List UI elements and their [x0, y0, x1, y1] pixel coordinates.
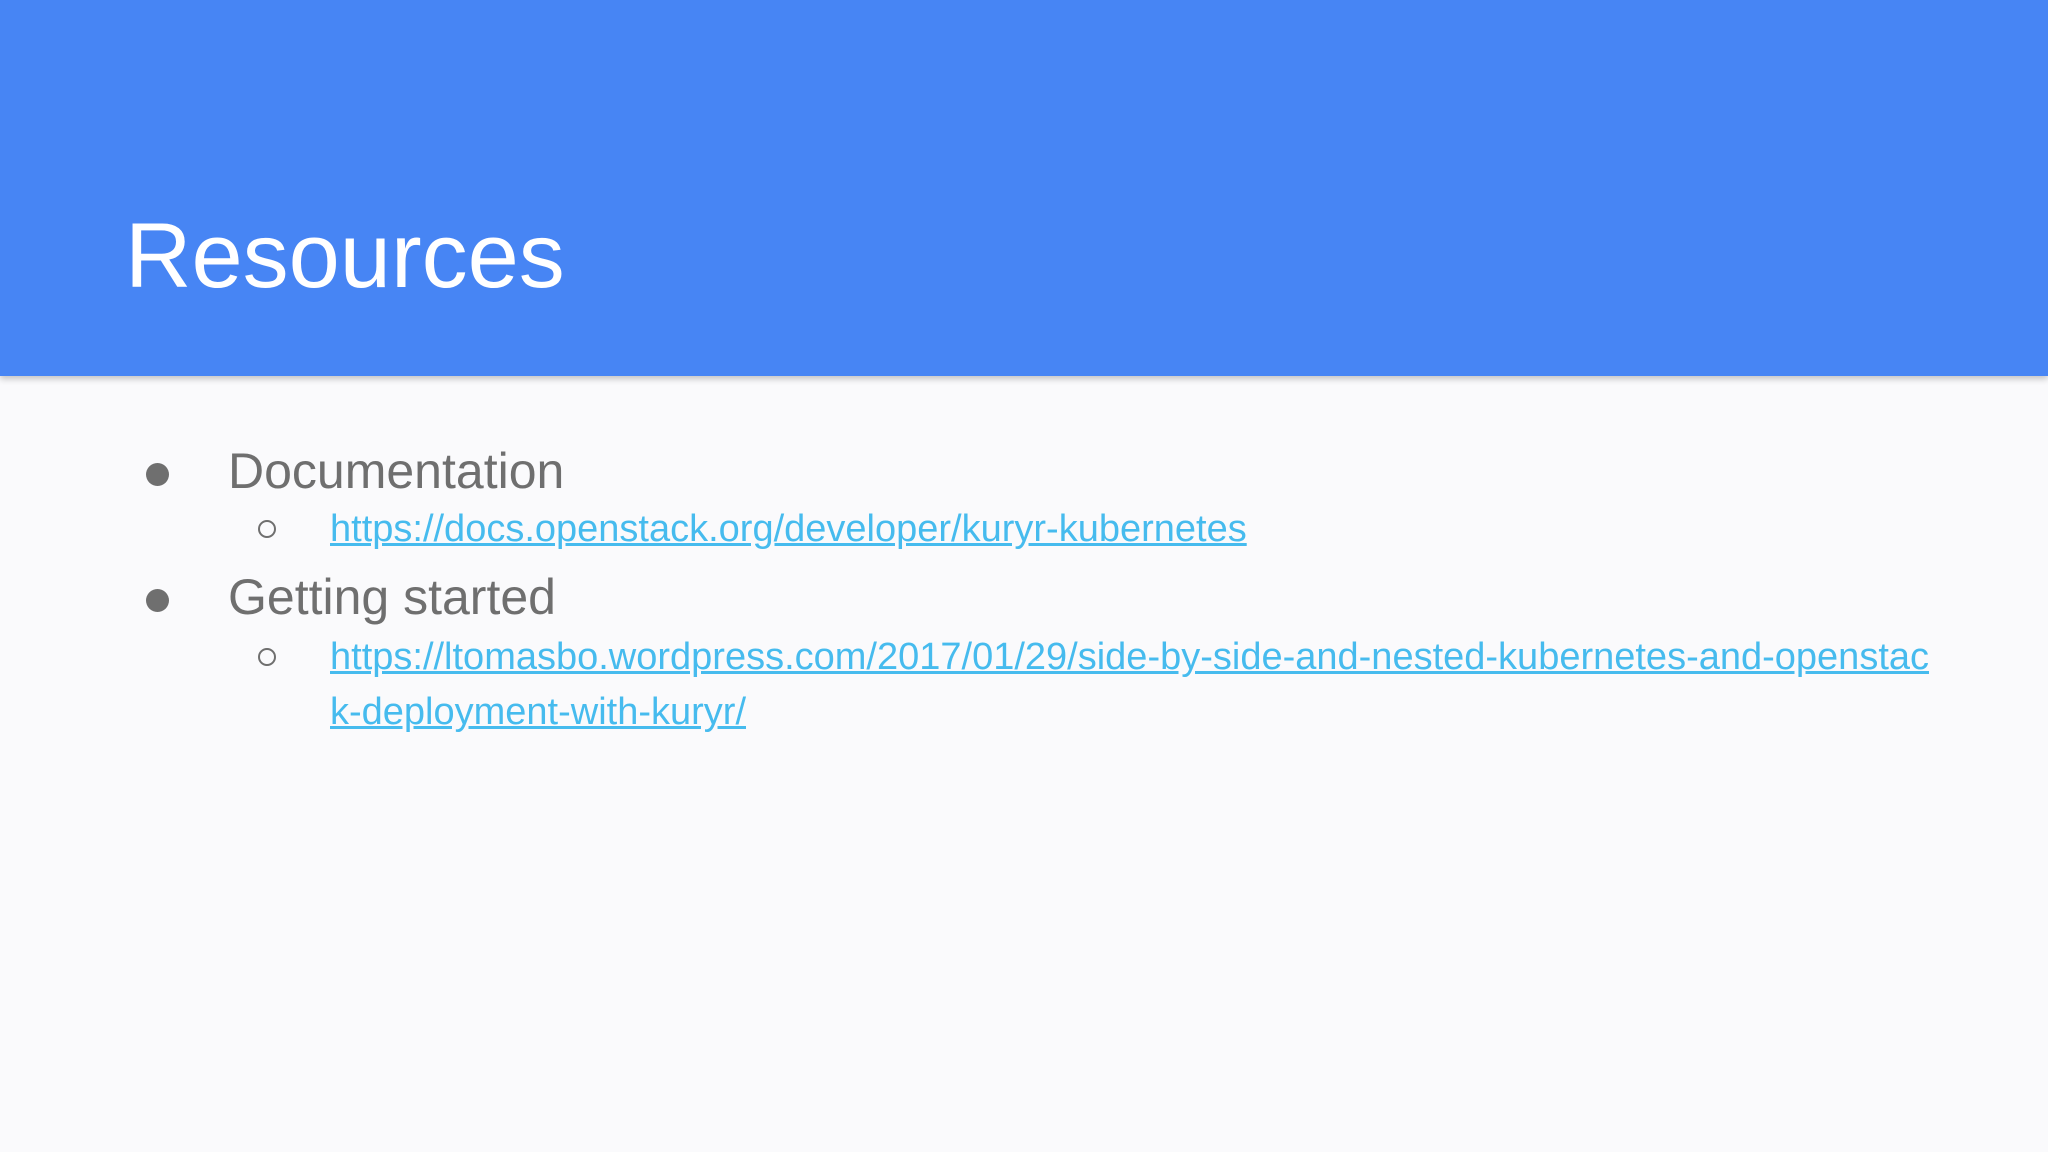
list-item-label: Documentation — [228, 443, 565, 499]
bullet-disc-icon — [146, 589, 169, 612]
list-item-documentation: Documentation — [0, 440, 2048, 502]
bullet-disc-icon — [146, 463, 169, 486]
sub-item-documentation-link: https://docs.openstack.org/developer/kur… — [0, 502, 2048, 566]
slide-title: Resources — [125, 205, 565, 307]
bullet-circle-icon — [258, 520, 276, 538]
bullet-list: Documentation https://docs.openstack.org… — [0, 440, 2048, 740]
list-item-getting-started: Getting started — [0, 566, 2048, 628]
sub-item-getting-started-link: https://ltomasbo.wordpress.com/2017/01/2… — [0, 630, 2048, 740]
slide-header: Resources — [0, 0, 2048, 376]
getting-started-link[interactable]: https://ltomasbo.wordpress.com/2017/01/2… — [330, 630, 1930, 740]
slide: Resources Documentation https://docs.ope… — [0, 0, 2048, 1152]
list-item-label: Getting started — [228, 569, 556, 625]
bullet-circle-icon — [258, 648, 276, 666]
documentation-link[interactable]: https://docs.openstack.org/developer/kur… — [330, 502, 1930, 556]
